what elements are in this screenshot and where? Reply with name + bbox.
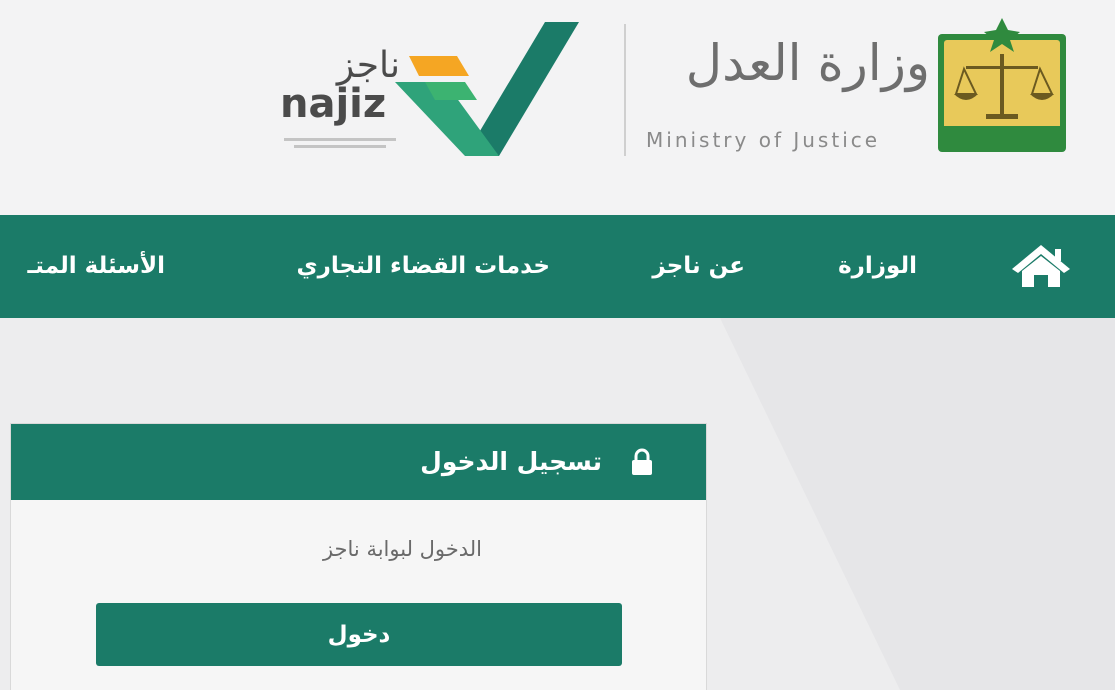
- login-title: تسجيل الدخول: [420, 447, 602, 476]
- lock-icon: [632, 448, 652, 475]
- login-subtitle: الدخول لبوابة ناجز: [322, 537, 482, 561]
- main-navigation: الأسئلة المتـ خدمات القضاء التجاري عن نا…: [0, 215, 1115, 318]
- ministry-name-english: Ministry of Justice: [646, 128, 881, 152]
- najiz-name-latin: najiz: [280, 81, 387, 127]
- najiz-name-arabic: ناجز: [336, 45, 400, 86]
- home-icon[interactable]: [1010, 243, 1072, 289]
- nav-item-ministry[interactable]: الوزارة: [838, 215, 917, 318]
- nav-item-faq[interactable]: الأسئلة المتـ: [27, 215, 165, 318]
- ministry-name-arabic: وزارة العدل: [685, 34, 930, 92]
- nav-item-commercial-services[interactable]: خدمات القضاء التجاري: [297, 215, 550, 318]
- najiz-tagline-icon: [284, 138, 396, 148]
- ministry-emblem-icon: [938, 18, 1066, 152]
- site-header: وزارة العدل Ministry of Justice ناجز naj…: [0, 0, 1115, 215]
- najiz-logo-mark-icon: [395, 22, 579, 156]
- logo-divider: [624, 24, 626, 156]
- login-card-header: تسجيل الدخول: [11, 424, 706, 500]
- nav-item-about-najiz[interactable]: عن ناجز: [652, 215, 745, 318]
- login-card: تسجيل الدخول الدخول لبوابة ناجز دخول: [10, 423, 707, 690]
- login-button[interactable]: دخول: [96, 603, 622, 666]
